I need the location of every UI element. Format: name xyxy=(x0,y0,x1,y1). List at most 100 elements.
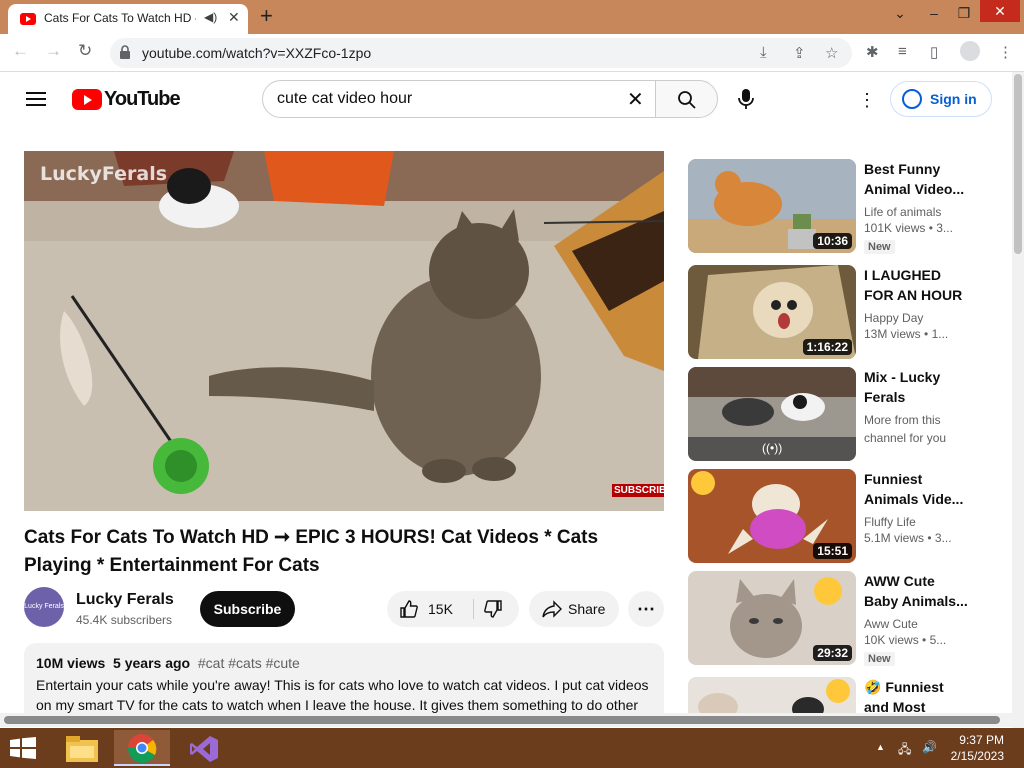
recommendation-title[interactable]: Best Funny Animal Video... xyxy=(864,159,968,199)
video-thumbnail[interactable]: 29:32 xyxy=(688,571,856,665)
subscriber-count: 45.4K subscribers xyxy=(76,613,173,627)
browser-tab[interactable]: Cats For Cats To Watch HD - ◀) ✕ xyxy=(8,4,248,34)
tab-title: Cats For Cats To Watch HD - xyxy=(44,11,196,25)
video-player[interactable]: LuckyFerals SUBSCRIBE xyxy=(24,151,664,511)
recommendation-channel[interactable]: Happy Day xyxy=(864,309,974,327)
close-window-button[interactable]: ✕ xyxy=(980,0,1020,22)
recommendation-meta: 10K views • 5... xyxy=(864,633,974,647)
video-frame-image xyxy=(24,151,664,511)
search-button[interactable] xyxy=(655,80,718,118)
video-title: Cats For Cats To Watch HD ➞ EPIC 3 HOURS… xyxy=(24,527,599,576)
install-icon[interactable]: ⤓ xyxy=(760,44,767,61)
subscribe-watermark[interactable]: SUBSCRIBE xyxy=(612,484,664,497)
recommendation-views: 13M views xyxy=(864,327,921,341)
media-control-icon[interactable]: ≡ xyxy=(898,43,907,60)
windows-taskbar: ▲ 🖧 🔊 9:37 PM 2/15/2023 xyxy=(0,728,1024,768)
sign-in-button[interactable]: Sign in xyxy=(890,81,992,117)
share-button[interactable]: Share xyxy=(529,591,619,627)
recommendation-title[interactable]: Mix - Lucky Ferals xyxy=(864,367,968,407)
new-tab-button[interactable]: + xyxy=(260,4,273,28)
visual-studio-icon xyxy=(190,736,218,762)
video-thumbnail[interactable]: 15:51 xyxy=(688,469,856,563)
bookmark-star-icon[interactable]: ☆ xyxy=(825,44,838,62)
tab-search-icon[interactable]: ⌄ xyxy=(882,2,918,30)
address-bar[interactable]: youtube.com/watch?v=XXZFco-1zpo ⤓ ⇪ ☆ xyxy=(110,38,852,68)
taskbar-clock[interactable]: 9:37 PM 2/15/2023 xyxy=(944,732,1004,764)
account-icon xyxy=(902,89,922,109)
volume-icon[interactable]: 🔊 xyxy=(922,740,937,754)
like-button[interactable]: 15K xyxy=(387,591,473,627)
network-icon[interactable]: 🖧 xyxy=(898,740,911,761)
thumbnail-image xyxy=(688,677,856,713)
more-actions-icon[interactable]: ⋯ xyxy=(628,591,664,627)
view-count: 10M views xyxy=(36,655,106,671)
video-duration: 15:51 xyxy=(813,543,852,559)
channel-name[interactable]: Lucky Ferals xyxy=(76,591,174,609)
channel-avatar[interactable]: Lucky Ferals xyxy=(24,587,64,627)
back-button[interactable]: ← xyxy=(12,41,29,61)
recommendation-views: 5.1M views xyxy=(864,531,925,545)
recommendation-title[interactable]: I LAUGHED FOR AN HOUR😹... xyxy=(864,265,968,305)
voice-search-icon[interactable] xyxy=(736,88,756,110)
extensions-icon[interactable]: ✱ xyxy=(866,43,879,61)
video-thumbnail[interactable] xyxy=(688,677,856,713)
hamburger-menu-icon[interactable] xyxy=(26,92,46,106)
recommendation-meta: 5.1M views • 3... xyxy=(864,531,974,545)
forward-button[interactable]: → xyxy=(45,41,62,61)
recommendation-title[interactable]: Funniest Animals Vide... xyxy=(864,469,968,509)
recommendation-item[interactable]: ((•)) Mix - Lucky Ferals More from this … xyxy=(688,367,998,463)
show-hidden-icons-icon[interactable]: ▲ xyxy=(876,742,885,752)
recommendation-title[interactable]: AWW Cute Baby Animals... xyxy=(864,571,968,611)
recommendation-item[interactable]: 1:16:22 I LAUGHED FOR AN HOUR😹... Happy … xyxy=(688,265,998,361)
vertical-scroll-thumb[interactable] xyxy=(1014,74,1022,254)
dislike-button[interactable] xyxy=(474,591,519,627)
browser-menu-icon[interactable]: ⋮ xyxy=(998,43,1013,61)
sign-in-label: Sign in xyxy=(930,91,977,107)
video-thumbnail[interactable]: 1:16:22 xyxy=(688,265,856,359)
recommendation-age: • 1... xyxy=(924,327,949,341)
video-thumbnail[interactable]: ((•)) xyxy=(688,367,856,461)
horizontal-scrollbar[interactable] xyxy=(0,713,1012,727)
reload-button[interactable]: ↻ xyxy=(78,41,92,61)
youtube-logo-icon[interactable] xyxy=(72,89,102,110)
search-input[interactable] xyxy=(277,89,617,109)
recommendation-age: • 3... xyxy=(928,221,953,235)
side-panel-icon[interactable]: ▯ xyxy=(930,43,938,61)
url-text: youtube.com/watch?v=XXZFco-1zpo xyxy=(142,45,372,61)
hashtags[interactable]: #cat #cats #cute xyxy=(198,655,300,671)
description-box[interactable]: 10M views 5 years ago #cat #cats #cute E… xyxy=(24,643,664,723)
settings-more-icon[interactable]: ⋮ xyxy=(858,90,876,111)
profile-icon[interactable] xyxy=(960,41,980,61)
like-dislike-group: 15K xyxy=(387,591,519,627)
youtube-logo-text[interactable]: YouTube xyxy=(104,88,181,111)
recommendation-channel[interactable]: More from this channel for you xyxy=(864,411,974,447)
share-page-icon[interactable]: ⇪ xyxy=(793,44,806,62)
windows-start-icon[interactable] xyxy=(10,737,36,759)
visual-studio-taskbar-button[interactable] xyxy=(176,730,232,766)
share-icon xyxy=(542,600,562,618)
file-explorer-taskbar-button[interactable] xyxy=(54,730,110,766)
youtube-favicon-icon xyxy=(20,13,36,25)
video-thumbnail[interactable]: 10:36 xyxy=(688,159,856,253)
lock-icon xyxy=(120,45,130,59)
clear-search-icon[interactable]: ✕ xyxy=(627,87,644,112)
recommendation-item[interactable]: 15:51 Funniest Animals Vide... Fluffy Li… xyxy=(688,469,998,565)
recommendation-channel[interactable]: Aww Cute xyxy=(864,615,974,633)
vertical-scrollbar[interactable] xyxy=(1012,72,1024,728)
close-tab-icon[interactable]: ✕ xyxy=(228,9,240,26)
recommendation-views: 101K views xyxy=(864,221,926,235)
recommendation-item[interactable]: 10:36 Best Funny Animal Video... Life of… xyxy=(688,159,998,255)
subscribe-button[interactable]: Subscribe xyxy=(200,591,295,627)
recommendation-title[interactable]: 🤣 Funniest and Most Hilariou... xyxy=(864,677,968,713)
recommendation-channel[interactable]: Fluffy Life xyxy=(864,513,974,531)
horizontal-scroll-thumb[interactable] xyxy=(4,716,1000,724)
recommendation-item[interactable]: 29:32 AWW Cute Baby Animals... Aww Cute … xyxy=(688,571,998,667)
recommendation-item[interactable]: 🤣 Funniest and Most Hilariou... xyxy=(688,677,998,713)
restore-button[interactable]: ❐ xyxy=(946,2,982,30)
chrome-taskbar-button[interactable] xyxy=(114,730,170,766)
folder-icon xyxy=(66,736,98,762)
recommendation-age: • 3... xyxy=(927,531,952,545)
video-duration: 10:36 xyxy=(813,233,852,249)
speaker-icon[interactable]: ◀) xyxy=(204,10,217,24)
recommendation-channel[interactable]: Life of animals xyxy=(864,203,974,221)
